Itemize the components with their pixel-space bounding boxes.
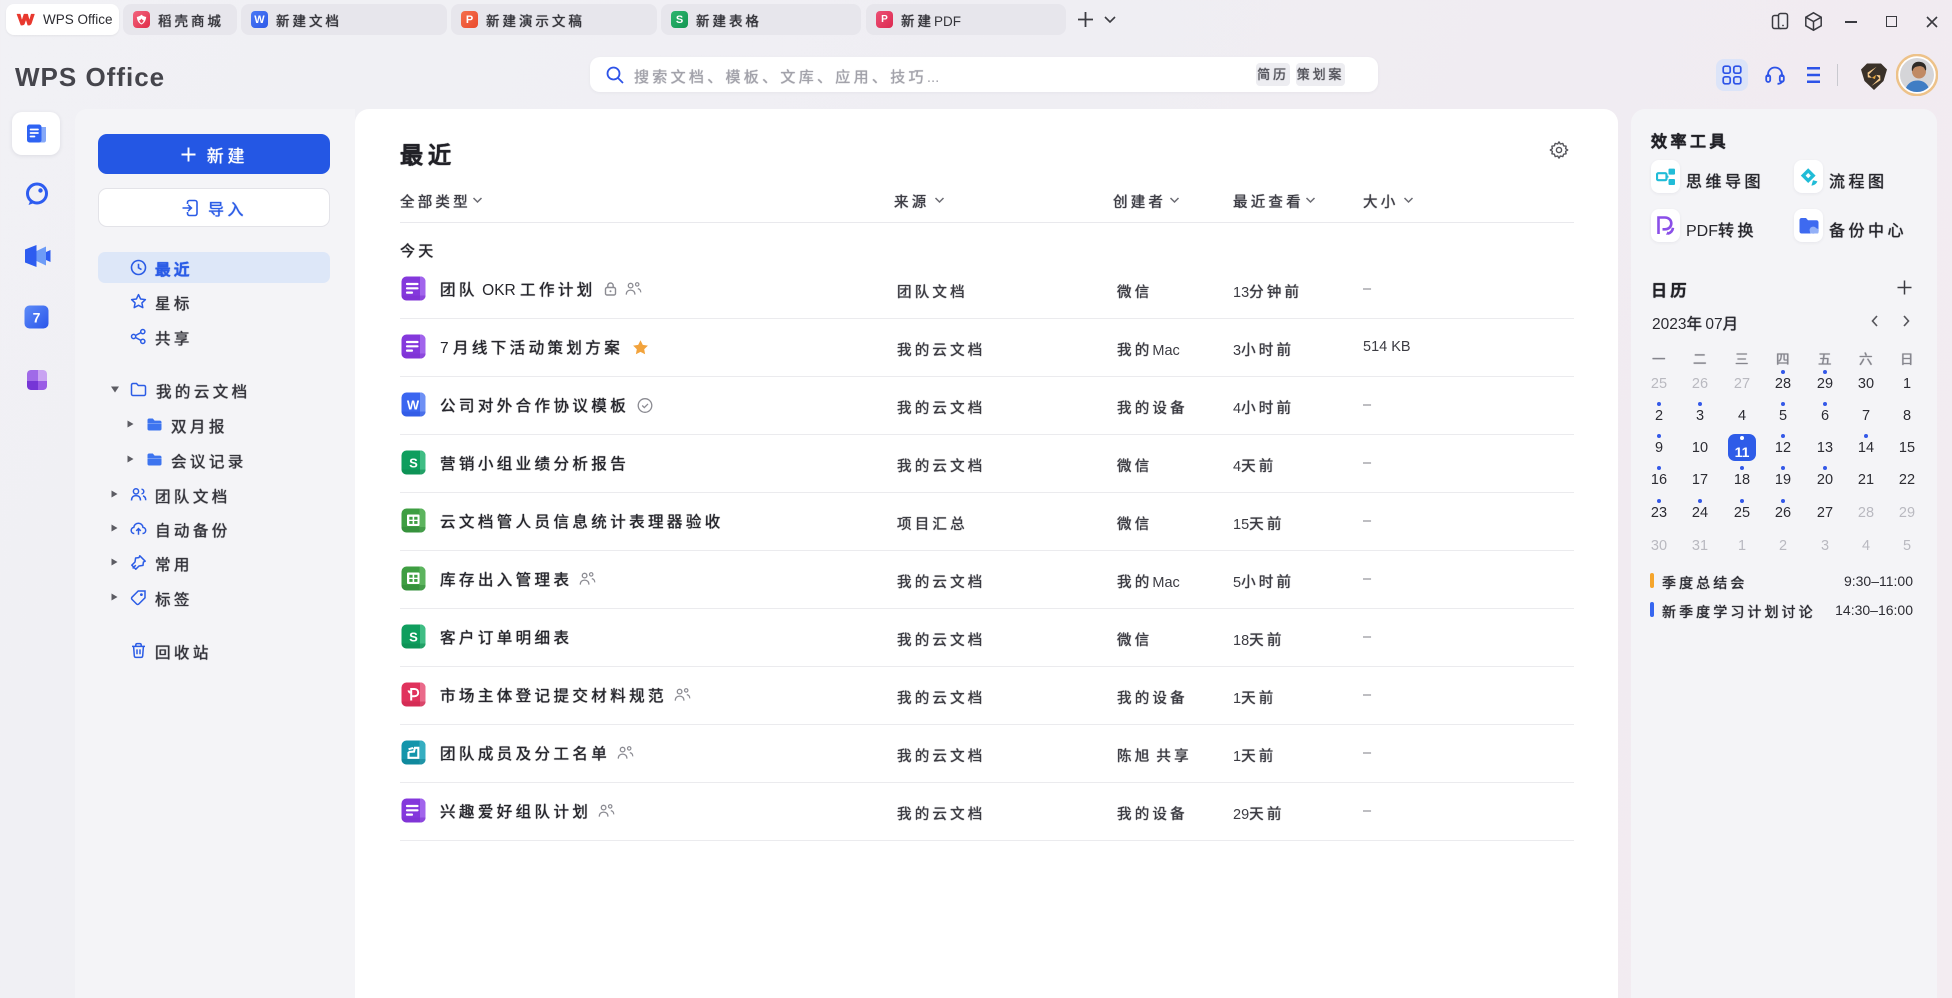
svg-text:7: 7 bbox=[33, 310, 41, 326]
svg-text:S: S bbox=[409, 456, 418, 471]
svg-text:S: S bbox=[409, 630, 418, 645]
svg-text:W: W bbox=[407, 398, 420, 413]
